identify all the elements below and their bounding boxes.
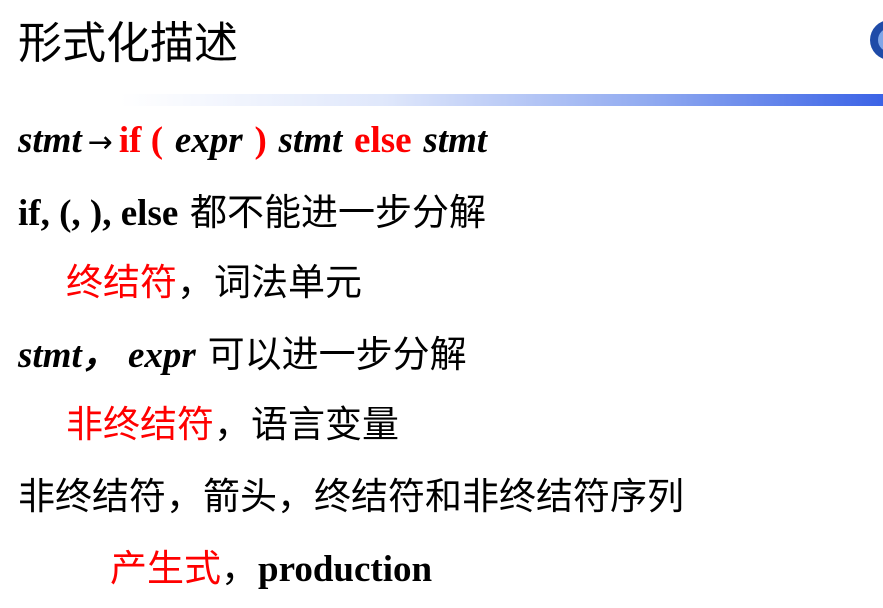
production-stmt-1: stmt xyxy=(278,120,343,161)
nonterminal-def-line: 非终结符，语言变量 xyxy=(66,400,399,450)
production-expr: expr xyxy=(174,120,243,161)
production-desc-line: 非终结符，箭头，终结符和非终结符序列 xyxy=(18,472,684,522)
production-lhs: stmt xyxy=(18,120,82,161)
terminal-def-line: 终结符，词法单元 xyxy=(66,258,362,308)
terminal-tokens: if, (, ), else xyxy=(18,193,179,234)
terminal-desc: 都不能进一步分解 xyxy=(190,191,487,234)
slide-title: 形式化描述 xyxy=(18,18,238,69)
nonterminal-def: ，语言变量 xyxy=(214,403,399,446)
production-line: stmt → if ( expr ) stmt else stmt xyxy=(18,115,487,168)
nonterminal-vars: stmt， expr xyxy=(18,335,196,376)
terminal-term: 终结符 xyxy=(66,261,177,304)
terminal-def: ，词法单元 xyxy=(177,261,362,304)
production-stmt-2: stmt xyxy=(423,120,488,161)
terminals-line: if, (, ), else 都不能进一步分解 xyxy=(18,188,486,239)
production-desc: 非终结符，箭头，终结符和非终结符序列 xyxy=(18,475,684,518)
nonterminals-line: stmt， expr 可以进一步分解 xyxy=(18,330,467,381)
production-english: production xyxy=(258,549,433,590)
production-sep: ， xyxy=(221,547,258,590)
keyword-if: if ( xyxy=(118,120,164,161)
production-term: 产生式 xyxy=(110,547,221,590)
title-underline-bar xyxy=(120,94,883,106)
nonterminal-desc: 可以进一步分解 xyxy=(207,333,467,376)
university-logo-icon xyxy=(870,20,883,60)
keyword-else: else xyxy=(354,120,412,161)
nonterminal-term: 非终结符 xyxy=(66,403,214,446)
keyword-close-paren: ) xyxy=(254,120,267,161)
production-def-line: 产生式，production xyxy=(110,544,432,595)
arrow-icon: → xyxy=(87,125,113,160)
